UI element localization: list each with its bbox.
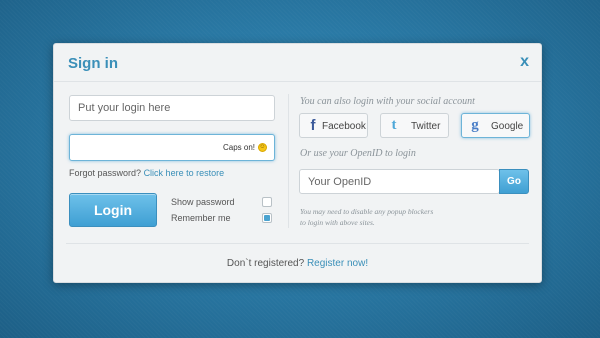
column-divider — [288, 94, 289, 228]
register-link[interactable]: Register now! — [307, 258, 368, 269]
go-button[interactable]: Go — [499, 169, 529, 194]
google-button[interactable]: g Google — [461, 113, 530, 138]
password-input[interactable] — [70, 135, 210, 160]
twitter-button[interactable]: t Twitter — [380, 113, 449, 138]
openid-intro: Or use your OpenID to login — [300, 148, 416, 159]
restore-password-link[interactable]: Click here to restore — [144, 168, 225, 178]
caps-lock-warning: Caps on! — [222, 143, 255, 152]
login-button[interactable]: Login — [69, 193, 157, 227]
popup-blocker-note: You may need to disable any popup blocke… — [300, 206, 433, 228]
show-password-checkbox[interactable] — [262, 197, 272, 207]
social-login-intro: You can also login with your social acco… — [300, 96, 475, 107]
google-label: Google — [491, 121, 524, 132]
twitter-label: Twitter — [411, 121, 441, 132]
facebook-button[interactable]: f Facebook — [299, 113, 368, 138]
register-text: Don`t registered? — [226, 258, 305, 269]
facebook-icon: f — [310, 117, 316, 134]
warning-smiley-icon: ☺ — [258, 143, 267, 152]
dialog-title: Sign in — [68, 55, 118, 72]
forgot-password-row: Forgot password? Click here to restore — [69, 168, 224, 178]
forgot-password-text: Forgot password? — [69, 168, 142, 178]
twitter-icon: t — [391, 117, 397, 133]
sign-in-dialog: Sign in x Caps on! ☺ Forgot password? Cl… — [53, 43, 542, 283]
popup-note-line-2: to login with above sites. — [300, 218, 375, 227]
password-field[interactable]: Caps on! ☺ — [69, 134, 275, 161]
register-row: Don`t registered? Register now! — [54, 258, 541, 269]
close-icon[interactable]: x — [520, 54, 529, 70]
openid-input[interactable] — [299, 169, 500, 194]
remember-me-checkbox[interactable] — [262, 213, 272, 223]
facebook-label: Facebook — [322, 121, 366, 132]
dialog-title-bar: Sign in x — [54, 44, 541, 82]
footer-divider — [66, 243, 529, 244]
popup-note-line-1: You may need to disable any popup blocke… — [300, 207, 434, 216]
show-password-label: Show password — [171, 197, 235, 207]
remember-me-label: Remember me — [171, 213, 231, 223]
google-icon: g — [471, 117, 479, 133]
login-input[interactable] — [69, 95, 275, 121]
